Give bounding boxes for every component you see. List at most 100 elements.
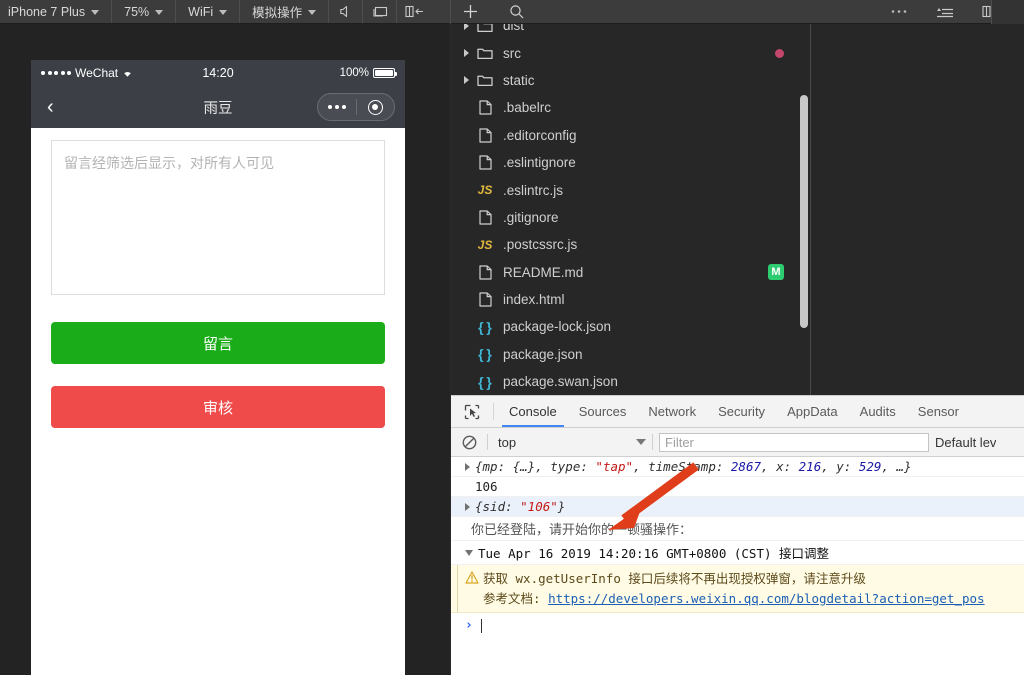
console-warning-text: 获取 wx.getUserInfo 接口后续将不再出现授权弹窗，请注意升级 [483, 571, 866, 586]
simulator-pane: WeChat 14:20 100% ‹ 雨豆 留言经筛选后显示，对所有人可见 留… [0, 24, 450, 675]
tab-security[interactable]: Security [707, 396, 776, 427]
capsule-button[interactable] [317, 93, 395, 121]
simulator-toolbar: iPhone 7 Plus 75% WiFi 模拟操作 [0, 0, 1024, 24]
file-tree-row[interactable]: index.html [451, 286, 810, 313]
chevron-down-icon [308, 10, 317, 15]
file-tree-list: dist src static .babelrc .editorconfig .eslin… [451, 24, 810, 395]
comment-textarea[interactable] [51, 140, 385, 295]
js-icon: JS [477, 183, 493, 198]
speaker-mute-icon[interactable] [329, 0, 364, 23]
carrier-label: WeChat [75, 66, 119, 80]
target-circle-icon[interactable] [357, 94, 395, 120]
file-tree-row[interactable]: { } package.swan.json [451, 368, 810, 395]
text-caret [480, 618, 483, 633]
chevron-right-icon[interactable] [465, 502, 470, 511]
file-tree-row[interactable]: .gitignore [451, 204, 810, 231]
chevron-left-icon[interactable]: ‹ [41, 97, 60, 117]
file-tree-row[interactable]: src [451, 39, 810, 66]
panel-toggle-right-icon[interactable] [397, 0, 431, 23]
console-log-value: 106 [475, 479, 498, 494]
file-tree-row[interactable]: .eslintignore [451, 149, 810, 176]
tab-audits[interactable]: Audits [849, 396, 907, 427]
file-tree-label: .editorconfig [503, 127, 577, 143]
phone-screen: WeChat 14:20 100% ‹ 雨豆 留言经筛选后显示，对所有人可见 留… [31, 60, 405, 675]
console-prompt[interactable]: › [451, 613, 1024, 633]
wechat-status-bar: WeChat 14:20 100% [31, 60, 405, 86]
console-object-line[interactable]: {sid: "106"} [451, 497, 1024, 517]
device-selector[interactable]: iPhone 7 Plus [0, 0, 113, 23]
prompt-chevron-icon: › [465, 618, 473, 633]
zoom-selector-label: 75% [124, 4, 150, 19]
tab-appdata[interactable]: AppData [776, 396, 849, 427]
zoom-selector[interactable]: 75% [112, 0, 177, 23]
file-tree-panel: dist src static .babelrc .editorconfig .eslin… [451, 24, 810, 395]
file-tree-label: src [503, 45, 521, 61]
chevron-down-icon [91, 10, 100, 15]
search-icon[interactable] [493, 0, 539, 23]
console-warning[interactable]: 获取 wx.getUserInfo 接口后续将不再出现授权弹窗，请注意升级 参考文… [451, 565, 1024, 613]
chevron-right-icon [459, 76, 473, 85]
json-icon: { } [478, 346, 492, 363]
review-button[interactable]: 审核 [51, 386, 385, 428]
tab-sensor[interactable]: Sensor [907, 396, 970, 427]
inspect-cursor-icon[interactable] [455, 396, 489, 427]
file-icon [473, 265, 497, 280]
carrier-area: WeChat [41, 66, 133, 80]
tab-sources[interactable]: Sources [568, 396, 638, 427]
network-selector[interactable]: WiFi [176, 0, 241, 23]
file-tree-row[interactable]: JS .postcssrc.js [451, 231, 810, 258]
console-context-selector[interactable]: top [494, 435, 646, 450]
console-log-line[interactable]: 106 [451, 477, 1024, 497]
devtools-panel: Console Sources Network Security AppData Audi… [451, 395, 1024, 675]
console-log-line[interactable]: 你已经登陆，请开始你的一顿骚操作： [451, 517, 1024, 541]
js-icon: JS [477, 237, 493, 252]
chevron-right-icon[interactable] [465, 462, 470, 471]
tab-network[interactable]: Network [637, 396, 707, 427]
file-tree-row[interactable]: { } package-lock.json [451, 313, 810, 340]
network-selector-label: WiFi [188, 4, 214, 19]
simulate-action-selector[interactable]: 模拟操作 [240, 0, 330, 23]
file-tree-scrollbar[interactable] [800, 95, 808, 328]
more-dots-icon[interactable] [318, 94, 356, 120]
submit-comment-button[interactable]: 留言 [51, 322, 385, 364]
file-tree-row[interactable]: static [451, 67, 810, 94]
add-file-button[interactable] [447, 0, 493, 23]
file-icon [473, 128, 497, 143]
clear-console-icon[interactable] [457, 435, 481, 450]
console-group-label: Tue Apr 16 2019 14:20:16 GMT+0800 (CST) … [478, 546, 830, 561]
screen-icon[interactable] [363, 0, 398, 23]
file-tree-label: .eslintignore [503, 155, 576, 171]
console-object-line[interactable]: {mp: {…}, type: "tap", timeStamp: 2867, … [451, 457, 1024, 477]
console-filter-input[interactable] [659, 432, 929, 452]
file-tree-label: dist [503, 24, 525, 34]
file-tree-row[interactable]: .editorconfig [451, 122, 810, 149]
console-level-selector[interactable]: Default lev [935, 435, 996, 450]
toolbar-divider [450, 0, 451, 24]
file-icon [473, 292, 497, 307]
tab-console[interactable]: Console [498, 396, 568, 427]
console-output[interactable]: {mp: {…}, type: "tap", timeStamp: 2867, … [451, 457, 1024, 675]
list-icon[interactable] [922, 0, 968, 23]
wifi-icon [124, 71, 131, 77]
file-tree-row[interactable]: .babelrc [451, 94, 810, 121]
file-tree-row[interactable]: { } package.json [451, 341, 810, 368]
editor-area [811, 24, 1024, 395]
file-icon [473, 100, 497, 115]
console-warning-body: 获取 wx.getUserInfo 接口后续将不再出现授权弹窗，请注意升级 参考文… [465, 569, 985, 608]
toolbar-divider-1 [487, 434, 488, 450]
status-dot-badge [775, 48, 784, 58]
chevron-down-icon [465, 549, 473, 556]
file-tree-label: static [503, 72, 535, 88]
console-group-line[interactable]: Tue Apr 16 2019 14:20:16 GMT+0800 (CST) … [451, 541, 1024, 565]
chevron-down-icon [155, 10, 164, 15]
console-warning-doc-link[interactable]: https://developers.weixin.qq.com/blogdet… [548, 591, 985, 606]
file-tree-label: README.md [503, 264, 584, 280]
file-tree-row[interactable]: dist [451, 24, 810, 39]
file-tree-row[interactable]: JS .eslintrc.js [451, 176, 810, 203]
signal-dots-icon [41, 71, 71, 75]
file-icon [473, 155, 497, 170]
file-tree-label: package.json [503, 346, 583, 362]
file-tree-row[interactable]: README.md M [451, 259, 810, 286]
more-horizontal-icon[interactable] [876, 0, 922, 23]
devtools-tabbar: Console Sources Network Security AppData Audi… [451, 396, 1024, 428]
